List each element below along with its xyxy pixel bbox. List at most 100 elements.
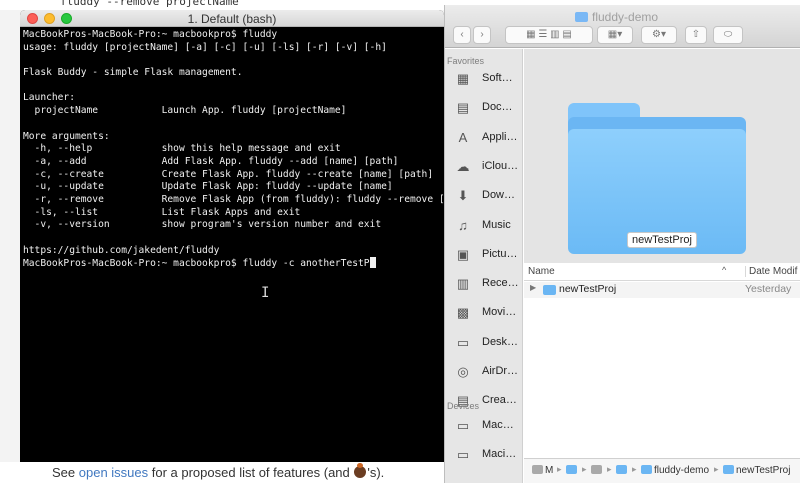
- row-date-modified: Yesterday: [745, 283, 792, 295]
- documents-icon: ▤: [456, 100, 470, 116]
- terminal-window[interactable]: 1. Default (bash) MacBookPros-MacBook-Pr…: [20, 10, 444, 462]
- forward-button[interactable]: ›: [473, 26, 491, 44]
- arrange-button[interactable]: ▦▾: [597, 26, 633, 44]
- back-button[interactable]: ‹: [453, 26, 471, 44]
- preview-folder-name[interactable]: newTestProj: [627, 232, 697, 248]
- terminal-line: MacBookPros-MacBook-Pro:~ macbookpro$ fl…: [23, 29, 278, 40]
- background-readme-line: See open issues for a proposed list of f…: [52, 463, 385, 480]
- folder-icon: [616, 465, 627, 474]
- sort-indicator-icon: ^: [722, 265, 727, 275]
- applications-dock-icon: ▦: [456, 71, 470, 86]
- finder-sidebar: Favorites ▦ Soft… ▤ Doc… A Appli… ☁ iClou… ⬇ Dow……: [445, 49, 523, 483]
- text-cursor-ibeam-icon: I: [261, 285, 270, 301]
- tag-icon[interactable]: ⬭: [713, 26, 743, 44]
- terminal-line: -u, --update Update Flask App: fluddy --…: [23, 181, 393, 193]
- readme-end: 's).: [367, 465, 385, 480]
- terminal-line: -h, --help show this help message and ex…: [23, 143, 341, 155]
- readme-prefix: See: [52, 465, 79, 480]
- bug-icon: [354, 463, 367, 478]
- path-bar: M ▸ ▸ ▸ ▸ fluddy-demo ▸ newTestProj: [524, 458, 800, 483]
- sidebar-item[interactable]: ⬇ Dow…: [453, 186, 523, 208]
- terminal-cursor: [369, 257, 376, 269]
- hard-drive-icon: ▭: [456, 418, 470, 433]
- terminal-line: -ls, --list List Flask Apps and exit: [23, 206, 301, 218]
- finder-title: fluddy-demo: [575, 10, 658, 24]
- path-separator-icon: ▸: [607, 464, 612, 474]
- path-item-home[interactable]: [591, 465, 604, 476]
- action-gear-icon[interactable]: ⚙▾: [641, 26, 677, 44]
- path-item-hard-drive[interactable]: M: [532, 465, 553, 476]
- path-item-fluddy-demo[interactable]: fluddy-demo: [641, 465, 709, 476]
- path-label: newTestProj: [736, 465, 791, 476]
- sidebar-item-label: Music: [482, 218, 511, 231]
- hard-drive-icon: ▭: [456, 447, 470, 463]
- icloud-icon: ☁: [456, 158, 470, 174]
- sidebar-item[interactable]: ◎ AirDr…: [453, 362, 523, 384]
- share-icon[interactable]: ⇧: [685, 26, 707, 44]
- recents-icon: ▥: [456, 276, 470, 292]
- path-item-users[interactable]: [566, 465, 579, 476]
- terminal-line: usage: fluddy [projectName] [-a] [-c] [-…: [23, 41, 387, 53]
- movies-icon: ▩: [456, 305, 470, 321]
- column-date-header[interactable]: Date Modif: [745, 266, 797, 277]
- sidebar-item-label: Rece…: [482, 277, 519, 290]
- home-icon: [591, 465, 602, 474]
- readme-middle: for a proposed list of features (and: [148, 465, 354, 480]
- view-mode-segmented-control[interactable]: ▦ ☰ ▥ ▤: [505, 26, 593, 44]
- sidebar-item-label: Mac…: [482, 419, 514, 431]
- finder-titlebar[interactable]: fluddy-demo ‹ › ▦ ☰ ▥ ▤ ▦▾ ⚙▾ ⇧ ⬭: [445, 5, 800, 48]
- airdrop-icon: ◎: [457, 364, 469, 379]
- applications-icon: A: [458, 129, 468, 145]
- music-icon: ♫: [458, 217, 468, 233]
- sidebar-item[interactable]: ▭ Desk…: [453, 333, 523, 355]
- favorites-header: Favorites: [447, 56, 485, 66]
- downloads-icon: ⬇: [457, 188, 469, 204]
- sidebar-item[interactable]: ▭ Maci…: [453, 445, 523, 467]
- folder-icon: [641, 465, 652, 474]
- disclosure-triangle-icon[interactable]: ▶: [530, 283, 536, 292]
- sidebar-item[interactable]: ▩ Movi…: [453, 303, 523, 325]
- folder-icon: [575, 12, 588, 22]
- row-file-name: newTestProj: [559, 283, 617, 295]
- sidebar-item[interactable]: ▭ Mac…: [453, 416, 523, 438]
- path-item-newtestproj[interactable]: newTestProj: [723, 465, 790, 476]
- terminal-titlebar[interactable]: 1. Default (bash): [20, 10, 444, 27]
- terminal-line: Flask Buddy - simple Flask management.: [23, 67, 243, 79]
- sidebar-item[interactable]: ♫ Music: [453, 216, 523, 238]
- path-label: M: [545, 465, 554, 476]
- sidebar-item[interactable]: ▦ Soft…: [453, 69, 523, 91]
- path-separator-icon: ▸: [582, 464, 587, 474]
- folder-icon: [723, 465, 734, 474]
- sidebar-item[interactable]: ▥ Rece…: [453, 274, 523, 296]
- path-separator-icon: ▸: [557, 464, 562, 474]
- sidebar-item[interactable]: ▤ Doc…: [453, 98, 523, 120]
- folder-icon: [543, 285, 556, 295]
- terminal-line: -v, --version show program's version num…: [23, 219, 382, 231]
- terminal-line: https://github.com/jakedent/fluddy: [23, 244, 220, 256]
- terminal-line: -r, --remove Remove Flask App (from flud…: [23, 193, 444, 205]
- sidebar-item-label: Doc…: [482, 101, 513, 114]
- hard-drive-icon: [532, 465, 543, 474]
- terminal-line: Launcher:: [23, 92, 75, 104]
- sidebar-item[interactable]: ▣ Pictu…: [453, 245, 523, 267]
- finder-title-text: fluddy-demo: [592, 10, 659, 24]
- column-name-header[interactable]: Name: [528, 266, 555, 277]
- path-label: fluddy-demo: [654, 465, 710, 476]
- list-item[interactable]: ▶ newTestProj Yesterday: [524, 282, 800, 298]
- terminal-line: projectName Launch App. fluddy [projectN…: [23, 105, 347, 117]
- terminal-output[interactable]: MacBookPros-MacBook-Pro:~ macbookpro$ fl…: [20, 27, 444, 273]
- finder-window[interactable]: fluddy-demo ‹ › ▦ ☰ ▥ ▤ ▦▾ ⚙▾ ⇧ ⬭ Favori…: [444, 5, 800, 483]
- sidebar-item-label: Movi…: [482, 306, 517, 319]
- sidebar-item[interactable]: ☁ iClou…: [453, 157, 523, 179]
- sidebar-item-label: Maci…: [482, 448, 517, 461]
- sidebar-item-label: iClou…: [482, 159, 519, 172]
- devices-header: Devices: [447, 401, 480, 411]
- terminal-prompt-line[interactable]: MacBookPros-MacBook-Pro:~ macbookpro$ fl…: [23, 257, 441, 271]
- path-item-parent[interactable]: [616, 465, 629, 476]
- sidebar-item-label: Crea…: [482, 394, 517, 407]
- open-issues-link[interactable]: open issues: [79, 465, 148, 480]
- sidebar-item[interactable]: A Appli…: [453, 128, 523, 150]
